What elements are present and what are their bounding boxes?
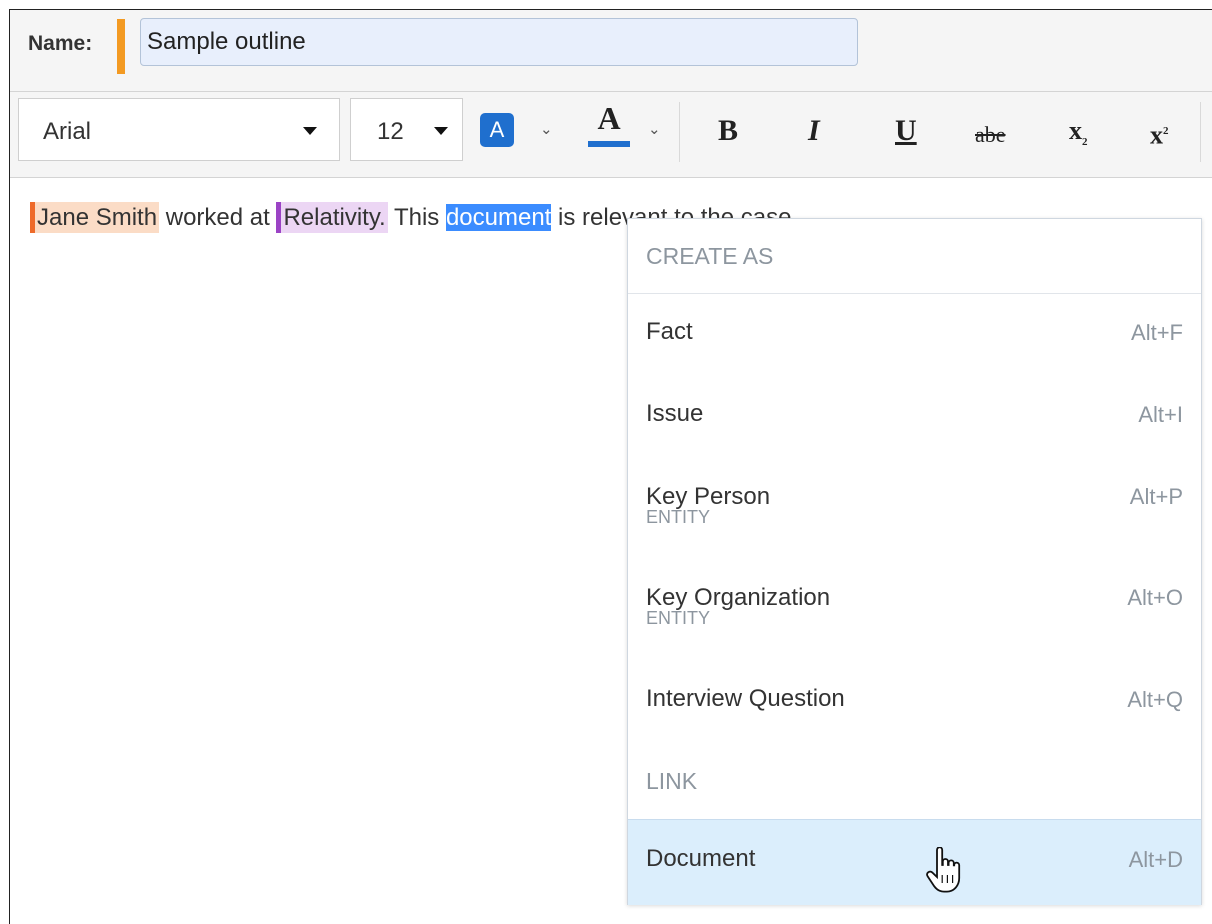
name-input[interactable] (140, 18, 858, 66)
menu-item-fact[interactable]: Fact Alt+F (628, 294, 1201, 376)
superscript-mark: 2 (1163, 125, 1169, 137)
subscript-mark: 2 (1082, 136, 1088, 149)
selected-text[interactable]: document (445, 204, 552, 231)
menu-item-shortcut: Alt+O (1127, 585, 1183, 610)
outline-editor: Name: Arial 12 A ⌄ A ⌄ B I U abe x2 x2 J… (9, 9, 1212, 924)
name-label: Name: (28, 32, 93, 55)
toolbar-divider (1200, 102, 1201, 162)
person-tag[interactable]: Jane Smith (30, 202, 160, 233)
font-color-letter: A (597, 100, 621, 136)
context-menu: CREATE AS Fact Alt+F Issue Alt+I Key Per… (627, 218, 1202, 905)
superscript-x: x (1150, 120, 1163, 150)
caret-down-icon (434, 127, 448, 135)
chevron-down-icon[interactable]: ⌄ (648, 120, 661, 138)
font-size-select[interactable]: 12 (350, 98, 463, 161)
editor-text: worked at (159, 204, 277, 231)
menu-item-document[interactable]: Document Alt+D (628, 819, 1201, 905)
organization-tag[interactable]: Relativity. (276, 202, 388, 233)
font-family-value: Arial (43, 118, 92, 145)
superscript-button[interactable]: x2 (1150, 114, 1169, 153)
subscript-button[interactable]: x2 (1069, 114, 1088, 159)
subscript-x: x (1069, 116, 1082, 145)
hand-pointer-icon (926, 847, 961, 893)
menu-item-key-organization[interactable]: Key Organization ENTITY Alt+O (628, 560, 1201, 660)
menu-item-key-person[interactable]: Key Person ENTITY Alt+P (628, 460, 1201, 560)
menu-item-label: Fact (646, 318, 693, 345)
menu-item-shortcut: Alt+F (1131, 320, 1183, 345)
editor-text: This (387, 204, 446, 231)
font-color-button[interactable]: A (588, 98, 630, 154)
name-bar: Name: (10, 10, 1212, 92)
formatting-toolbar: Arial 12 A ⌄ A ⌄ B I U abe x2 x2 (10, 92, 1212, 178)
menu-item-shortcut: Alt+D (1128, 847, 1183, 872)
bold-button[interactable]: B (718, 114, 738, 148)
menu-item-shortcut: Alt+I (1138, 402, 1183, 427)
font-family-select[interactable]: Arial (18, 98, 340, 161)
menu-item-shortcut: Alt+Q (1127, 687, 1183, 712)
italic-button[interactable]: I (808, 114, 820, 148)
name-color-marker (117, 19, 125, 74)
menu-item-shortcut: Alt+P (1129, 484, 1183, 509)
highlight-color-button[interactable]: A (480, 113, 514, 147)
menu-section-link: LINK (646, 768, 698, 794)
underline-button[interactable]: U (895, 114, 917, 148)
font-size-value: 12 (377, 118, 404, 145)
menu-item-label: Document (646, 845, 756, 872)
strikethrough-button[interactable]: abe (975, 118, 1006, 152)
chevron-down-icon[interactable]: ⌄ (540, 120, 553, 138)
menu-section-create-as: CREATE AS (646, 243, 774, 269)
menu-item-sublabel: ENTITY (646, 608, 711, 628)
font-color-swatch (588, 141, 630, 147)
caret-down-icon (303, 127, 317, 135)
menu-item-issue[interactable]: Issue Alt+I (628, 376, 1201, 460)
toolbar-divider (679, 102, 680, 162)
menu-item-label: Interview Question (646, 685, 845, 712)
menu-item-label: Issue (646, 400, 704, 427)
menu-item-sublabel: ENTITY (646, 507, 711, 527)
menu-item-interview-question[interactable]: Interview Question Alt+Q (628, 660, 1201, 744)
